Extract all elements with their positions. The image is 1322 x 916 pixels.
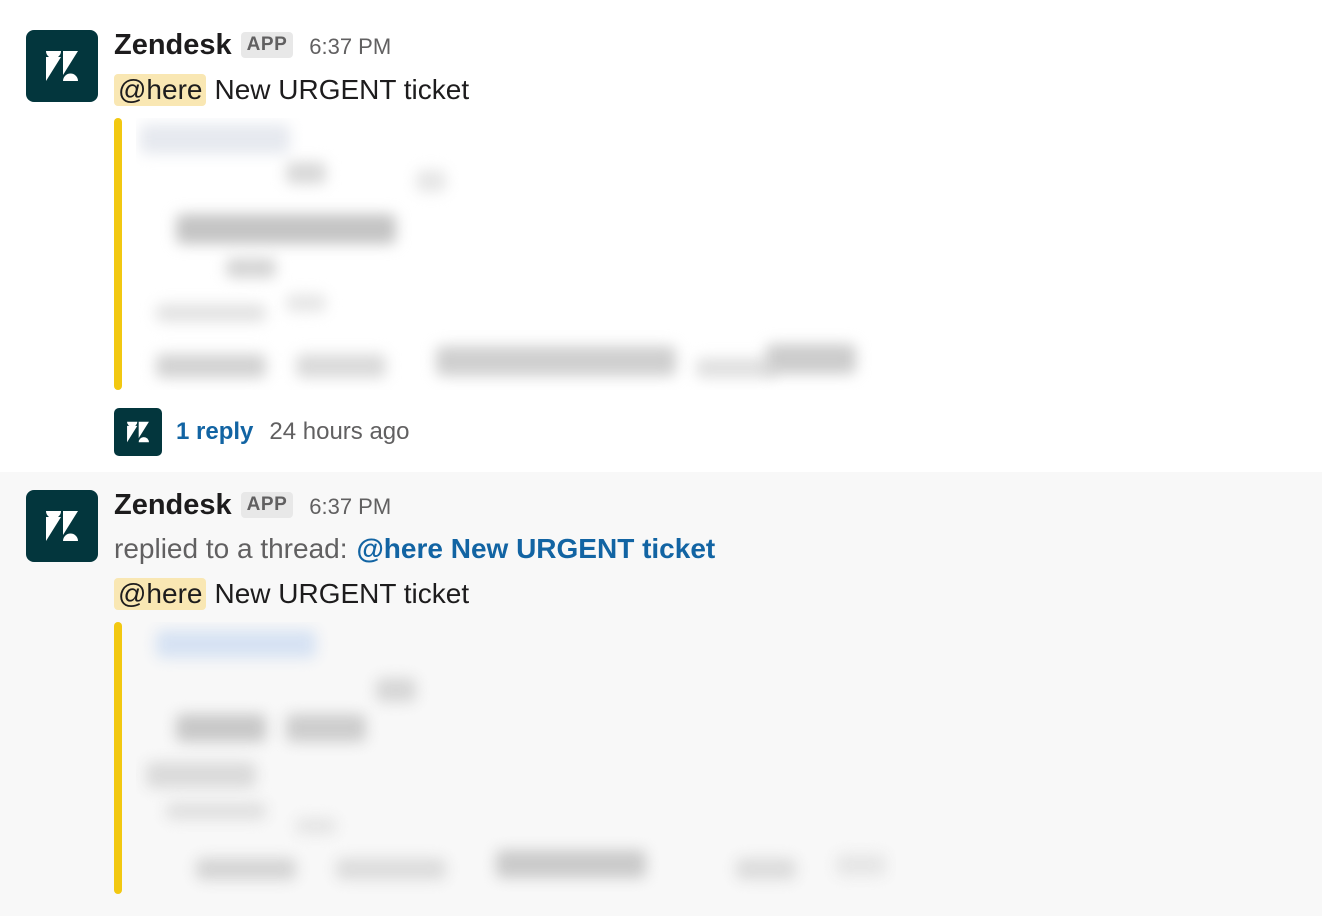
here-mention[interactable]: @here [114,74,207,106]
message-text: @here New URGENT ticket [114,71,469,109]
reply-count-link[interactable]: 1 reply [176,418,253,446]
last-reply-time: 24 hours ago [269,418,410,445]
message-timestamp[interactable]: 6:37 PM [309,31,391,60]
zendesk-logo-icon [127,421,149,443]
parent-thread-link[interactable]: @here New URGENT ticket [357,533,716,565]
message-body: New URGENT ticket [214,578,470,609]
app-badge: APP [240,492,294,518]
attachment-color-bar [114,118,122,390]
message-text: @here New URGENT ticket [114,575,469,613]
sender-name[interactable]: Zendesk [114,489,232,522]
message-header: Zendesk APP 6:37 PM [114,28,391,62]
zendesk-logo-icon [46,51,78,81]
ticket-attachment [114,622,896,894]
thread-reply-context: replied to a thread: @here New URGENT ti… [114,530,715,568]
attachment-blurred-content [136,622,896,894]
message-2: Zendesk APP 6:37 PM replied to a thread:… [0,472,1322,916]
message-timestamp[interactable]: 6:37 PM [309,491,391,520]
ticket-attachment [114,118,896,390]
thread-replier-avatar [114,408,162,456]
replied-prefix: replied to a thread: [114,533,348,564]
message-body: New URGENT ticket [214,74,470,105]
attachment-blurred-content [136,118,896,390]
message-header: Zendesk APP 6:37 PM [114,488,391,522]
here-mention[interactable]: @here [114,578,207,610]
slack-channel-view: Zendesk APP 6:37 PM @here New URGENT tic… [0,0,1322,916]
sender-name[interactable]: Zendesk [114,29,232,62]
attachment-color-bar [114,622,122,894]
message-1: Zendesk APP 6:37 PM @here New URGENT tic… [0,0,1322,472]
zendesk-avatar[interactable] [26,490,98,562]
zendesk-logo-icon [46,511,78,541]
zendesk-avatar[interactable] [26,30,98,102]
app-badge: APP [240,32,294,58]
thread-summary[interactable]: 1 reply 24 hours ago [114,408,410,456]
